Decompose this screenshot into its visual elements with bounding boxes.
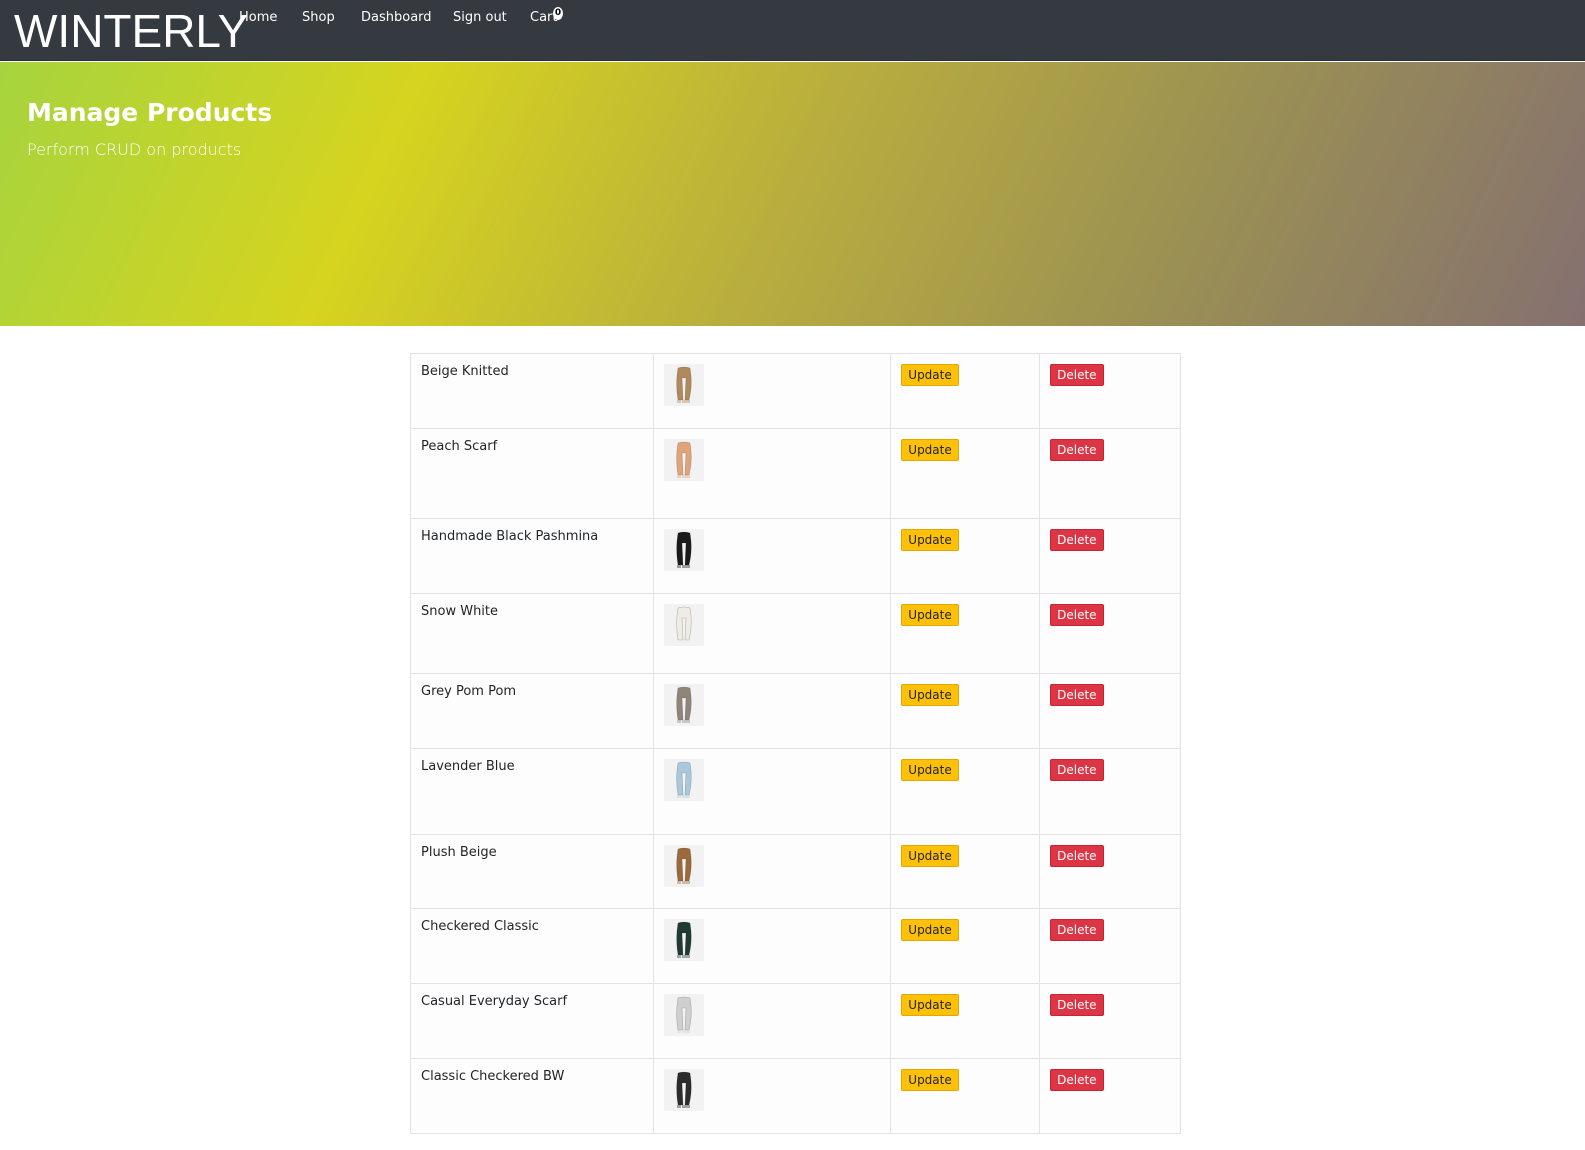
product-row: Checkered Classic Update Delete: [410, 908, 1181, 984]
product-name: Handmade Black Pashmina: [410, 518, 654, 594]
product-name: Snow White: [410, 593, 654, 674]
delete-cell: Delete: [1039, 518, 1181, 594]
black-scarf-icon: [663, 529, 704, 571]
product-row: Beige Knitted Update Delete: [410, 353, 1181, 429]
product-row: Handmade Black Pashmina Update Delete: [410, 518, 1181, 594]
products-table: Beige Knitted Update Delete Peach Scarf Upda…: [410, 353, 1181, 1134]
product-image-cell: [652, 834, 892, 909]
grey-scarf-icon: [663, 684, 704, 726]
product-row: Casual Everyday Scarf Update Delete: [410, 983, 1181, 1059]
product-image-cell: [652, 1058, 892, 1134]
delete-button[interactable]: Delete: [1050, 604, 1104, 626]
bw-scarf-icon: [663, 1069, 704, 1111]
delete-button[interactable]: Delete: [1050, 684, 1104, 706]
delete-cell: Delete: [1039, 1058, 1181, 1134]
product-name: Casual Everyday Scarf: [410, 983, 654, 1059]
product-name: Checkered Classic: [410, 908, 654, 984]
delete-button[interactable]: Delete: [1050, 919, 1104, 941]
update-cell: Update: [890, 983, 1041, 1059]
peach-scarf-icon: [663, 439, 704, 481]
product-image-cell: [652, 518, 892, 594]
update-button[interactable]: Update: [901, 759, 959, 781]
update-button[interactable]: Update: [901, 684, 959, 706]
product-row: Grey Pom Pom Update Delete: [410, 673, 1181, 749]
update-button[interactable]: Update: [901, 604, 959, 626]
delete-button[interactable]: Delete: [1050, 845, 1104, 867]
update-button[interactable]: Update: [901, 994, 959, 1016]
hero-banner: Manage Products Perform CRUD on products: [0, 62, 1585, 326]
product-name: Beige Knitted: [410, 353, 654, 429]
update-cell: Update: [890, 428, 1041, 519]
update-button[interactable]: Update: [901, 529, 959, 551]
cart-count-badge: 0: [553, 7, 563, 20]
update-cell: Update: [890, 834, 1041, 909]
nav-shop[interactable]: Shop: [302, 10, 335, 25]
top-navbar: WINTERLY Home Shop Dashboard Sign out Ca…: [0, 0, 1585, 61]
delete-cell: Delete: [1039, 908, 1181, 984]
delete-button[interactable]: Delete: [1050, 529, 1104, 551]
update-cell: Update: [890, 593, 1041, 674]
delete-cell: Delete: [1039, 593, 1181, 674]
update-button[interactable]: Update: [901, 919, 959, 941]
nav-home[interactable]: Home: [239, 10, 277, 25]
update-button[interactable]: Update: [901, 1069, 959, 1091]
product-name: Lavender Blue: [410, 748, 654, 835]
update-button[interactable]: Update: [901, 364, 959, 386]
update-cell: Update: [890, 518, 1041, 594]
light-scarf-icon: [663, 994, 704, 1036]
product-image-cell: [652, 673, 892, 749]
checkered-scarf-icon: [663, 919, 704, 961]
white-scarf-icon: [663, 604, 704, 646]
beige-scarf-icon: [663, 364, 704, 406]
product-name: Plush Beige: [410, 834, 654, 909]
nav-dashboard[interactable]: Dashboard: [361, 10, 432, 25]
product-row: Classic Checkered BW Update Delete: [410, 1058, 1181, 1134]
product-image-cell: [652, 748, 892, 835]
update-button[interactable]: Update: [901, 845, 959, 867]
product-row: Lavender Blue Update Delete: [410, 748, 1181, 835]
blue-scarf-icon: [663, 759, 704, 801]
delete-button[interactable]: Delete: [1050, 364, 1104, 386]
delete-button[interactable]: Delete: [1050, 994, 1104, 1016]
delete-button[interactable]: Delete: [1050, 1069, 1104, 1091]
nav-signout[interactable]: Sign out: [453, 10, 507, 25]
delete-cell: Delete: [1039, 353, 1181, 429]
product-image-cell: [652, 983, 892, 1059]
delete-cell: Delete: [1039, 673, 1181, 749]
product-row: Peach Scarf Update Delete: [410, 428, 1181, 519]
delete-cell: Delete: [1039, 834, 1181, 909]
product-image-cell: [652, 908, 892, 984]
update-button[interactable]: Update: [901, 439, 959, 461]
delete-button[interactable]: Delete: [1050, 759, 1104, 781]
product-name: Classic Checkered BW: [410, 1058, 654, 1134]
delete-cell: Delete: [1039, 748, 1181, 835]
page-subtitle: Perform CRUD on products: [27, 140, 242, 159]
product-name: Grey Pom Pom: [410, 673, 654, 749]
update-cell: Update: [890, 673, 1041, 749]
update-cell: Update: [890, 748, 1041, 835]
delete-button[interactable]: Delete: [1050, 439, 1104, 461]
product-image-cell: [652, 428, 892, 519]
product-name: Peach Scarf: [410, 428, 654, 519]
update-cell: Update: [890, 353, 1041, 429]
brand-logo[interactable]: WINTERLY: [14, 2, 248, 60]
product-row: Plush Beige Update Delete: [410, 834, 1181, 909]
product-row: Snow White Update Delete: [410, 593, 1181, 674]
update-cell: Update: [890, 1058, 1041, 1134]
page-title: Manage Products: [27, 98, 273, 127]
delete-cell: Delete: [1039, 983, 1181, 1059]
product-image-cell: [652, 353, 892, 429]
update-cell: Update: [890, 908, 1041, 984]
product-image-cell: [652, 593, 892, 674]
plush-scarf-icon: [663, 845, 704, 887]
delete-cell: Delete: [1039, 428, 1181, 519]
